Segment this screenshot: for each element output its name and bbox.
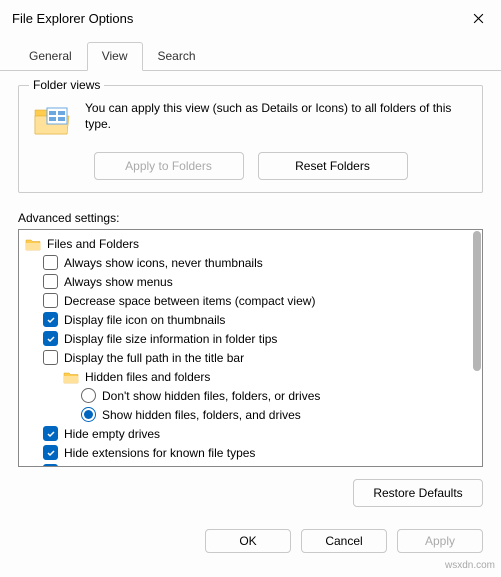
tree-item-always-icons[interactable]: Always show icons, never thumbnails [23,253,478,272]
checkbox[interactable] [43,464,58,466]
checkbox[interactable] [43,312,58,327]
tree-label: Display file icon on thumbnails [64,313,225,327]
tree-item-icon-thumbnails[interactable]: Display file icon on thumbnails [23,310,478,329]
close-button[interactable] [455,0,501,36]
checkbox[interactable] [43,426,58,441]
checkbox[interactable] [43,274,58,289]
checkbox[interactable] [43,331,58,346]
tree-item-size-tips[interactable]: Display file size information in folder … [23,329,478,348]
tree-label: Hidden files and folders [85,370,210,384]
tab-general[interactable]: General [14,42,87,70]
tree-item-full-path[interactable]: Display the full path in the title bar [23,348,478,367]
tree-item-always-menus[interactable]: Always show menus [23,272,478,291]
close-icon [473,13,484,24]
folder-views-group: Folder views You can apply this view (su… [18,85,483,193]
folder-icon [33,104,71,138]
tree-label: Hide extensions for known file types [64,446,255,460]
scrollbar-thumb[interactable] [473,231,481,371]
tree-label: Hide empty drives [64,427,160,441]
tree-group-files-folders[interactable]: Files and Folders [23,234,478,253]
tree-item-compact[interactable]: Decrease space between items (compact vi… [23,291,478,310]
radio[interactable] [81,407,96,422]
tree-label: Always show menus [64,275,173,289]
folder-views-title: Folder views [29,78,104,92]
radio[interactable] [81,388,96,403]
tab-strip: General View Search [0,36,501,71]
tree-label: Files and Folders [47,237,139,251]
advanced-settings-tree[interactable]: Files and Folders Always show icons, nev… [18,229,483,467]
tree-group-hidden[interactable]: Hidden files and folders [23,367,478,386]
tree-item-hidden-on[interactable]: Show hidden files, folders, and drives [23,405,478,424]
advanced-settings-label: Advanced settings: [18,211,483,225]
tree-label: Hide folder merge conflicts [64,465,206,467]
checkbox[interactable] [43,350,58,365]
window-title: File Explorer Options [12,11,133,26]
tree-label: Always show icons, never thumbnails [64,256,263,270]
folder-icon [63,370,79,384]
tree-label: Show hidden files, folders, and drives [102,408,301,422]
checkbox[interactable] [43,445,58,460]
restore-defaults-button[interactable]: Restore Defaults [353,479,483,507]
apply-button[interactable]: Apply [397,529,483,553]
checkbox[interactable] [43,293,58,308]
tree-label: Decrease space between items (compact vi… [64,294,315,308]
folder-icon [25,237,41,251]
tree-item-hidden-off[interactable]: Don't show hidden files, folders, or dri… [23,386,478,405]
tree-item-known-ext[interactable]: Hide extensions for known file types [23,443,478,462]
title-bar: File Explorer Options [0,0,501,36]
apply-to-folders-button[interactable]: Apply to Folders [94,152,244,180]
scrollbar[interactable] [471,231,481,465]
tree-label: Don't show hidden files, folders, or dri… [102,389,320,403]
tab-search[interactable]: Search [143,42,211,70]
cancel-button[interactable]: Cancel [301,529,387,553]
ok-button[interactable]: OK [205,529,291,553]
checkbox[interactable] [43,255,58,270]
folder-views-description: You can apply this view (such as Details… [85,100,468,132]
tree-item-merge[interactable]: Hide folder merge conflicts [23,462,478,466]
tab-view[interactable]: View [87,42,143,71]
tree-label: Display file size information in folder … [64,332,277,346]
watermark: wsxdn.com [445,560,495,571]
reset-folders-button[interactable]: Reset Folders [258,152,408,180]
tree-item-empty-drives[interactable]: Hide empty drives [23,424,478,443]
tree-label: Display the full path in the title bar [64,351,244,365]
dialog-buttons: OK Cancel Apply [0,515,501,553]
